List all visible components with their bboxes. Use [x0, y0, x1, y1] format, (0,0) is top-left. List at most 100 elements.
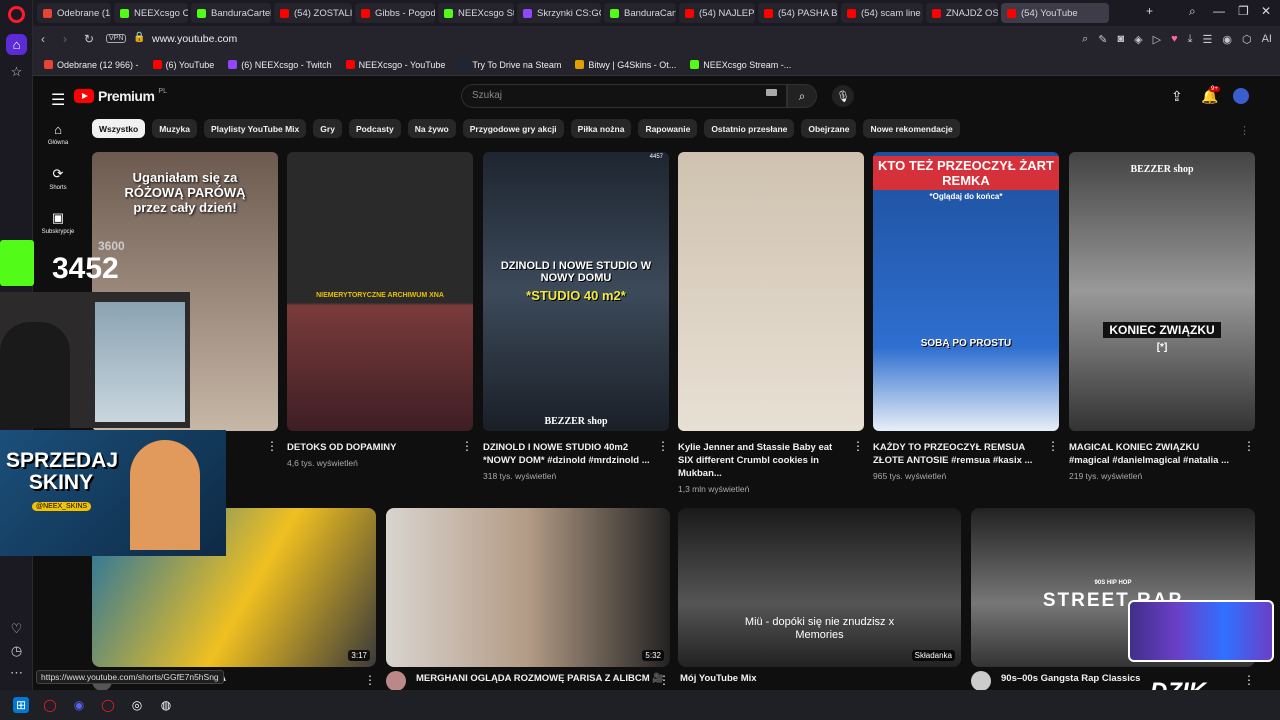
short-thumbnail[interactable]: DZINOLD I NOWE STUDIO W NOWY DOMU *STUDIO…	[483, 152, 669, 431]
obs-icon[interactable]: ◎	[129, 697, 145, 713]
bookmark-item[interactable]: Bitwy | G4Skins - Ot...	[575, 60, 676, 70]
shield-icon[interactable]: ◈	[1134, 33, 1142, 46]
extensions-icon[interactable]: ⬡	[1242, 33, 1252, 46]
new-tab-icon[interactable]: +	[1146, 4, 1153, 18]
maximize-icon[interactable]: ❐	[1238, 4, 1249, 18]
more-actions-icon[interactable]: ⋮	[266, 439, 278, 453]
chip-1[interactable]: Muzyka	[152, 119, 197, 138]
guide-menu-icon[interactable]: ☰	[51, 90, 65, 110]
windows-start-icon[interactable]: ⊞	[13, 697, 29, 713]
channel-avatar[interactable]	[386, 671, 406, 690]
chip-4[interactable]: Podcasty	[348, 119, 401, 138]
upload-icon[interactable]: ⇪	[1171, 88, 1183, 105]
browser-tab[interactable]: BanduraCartel S	[191, 3, 271, 23]
video-title[interactable]: Mój YouTube Mix	[680, 673, 757, 684]
browser-tab[interactable]: Odebrane (15 4	[37, 3, 111, 23]
short-thumbnail[interactable]: KTO TEŻ PRZEOCZYŁ ŻART REMKA *Oglądaj do …	[873, 152, 1059, 431]
short-card[interactable]: NIEMERYTORYCZNE ARCHIWUM XNA DETOKS OD DO…	[287, 152, 473, 468]
short-card[interactable]: KTO TEŻ PRZEOCZYŁ ŻART REMKA *Oglądaj do …	[873, 152, 1059, 481]
aria-icon[interactable]: AI	[1262, 33, 1272, 46]
minimize-icon[interactable]: —	[1213, 4, 1225, 18]
search-tabs-icon[interactable]: ⌕	[1189, 4, 1196, 19]
video-card[interactable]: Miü - dopóki się nie znudzisz x Memories…	[678, 508, 985, 687]
opera-taskbar-icon[interactable]: ◯	[42, 697, 58, 713]
history-icon[interactable]: ◷	[6, 640, 27, 661]
more-actions-icon[interactable]: ⋮	[852, 439, 864, 453]
channel-avatar[interactable]	[971, 671, 991, 690]
keyboard-icon[interactable]	[766, 89, 777, 96]
browser-tab[interactable]: ZNAJDŹ OSZUS	[926, 3, 998, 23]
short-title[interactable]: Kylie Jenner and Stassie Baby eat SIX di…	[678, 441, 864, 480]
forward-icon[interactable]: ›	[63, 32, 67, 46]
browser-tab[interactable]: Gibbs - Pogoda	[355, 3, 435, 23]
more-actions-icon[interactable]: ⋮	[1047, 439, 1059, 453]
heart-icon[interactable]: ♡	[6, 618, 27, 639]
short-title[interactable]: DZINOLD I NOWE STUDIO 40m2 *NOWY DOM* #d…	[483, 441, 669, 467]
more-actions-icon[interactable]: ⋮	[658, 673, 670, 687]
vpn-badge[interactable]: VPN	[106, 34, 127, 43]
short-thumbnail[interactable]: NIEMERYTORYCZNE ARCHIWUM XNA	[287, 152, 473, 431]
search-icon[interactable]: ⌕	[1082, 33, 1088, 46]
bookmark-item[interactable]: (6) NEEXcsgo - Twitch	[228, 60, 332, 70]
chip-9[interactable]: Ostatnio przesłane	[704, 119, 795, 138]
search-button[interactable]: ⌕	[787, 84, 817, 108]
bookmark-item[interactable]: Try To Drive na Steam	[459, 60, 561, 70]
microphone-icon[interactable]: 🎙	[832, 85, 854, 107]
steam-icon[interactable]: ◍	[158, 697, 174, 713]
video-title[interactable]: 90s–00s Gangsta Rap Classics	[1001, 673, 1140, 684]
guide-item-subskrypcje[interactable]: ▣ Subskrypcje	[33, 210, 83, 235]
chip-6[interactable]: Przygodowe gry akcji	[462, 119, 564, 138]
browser-tab[interactable]: (54) PASHA BIA	[758, 3, 838, 23]
more-actions-icon[interactable]: ⋮	[461, 439, 473, 453]
video-card[interactable]: 5:32 MERGHANI OGLĄDA ROZMOWĘ PARISA Z ALI…	[386, 508, 670, 690]
youtube-logo[interactable]: Premium PL	[74, 88, 167, 104]
search-input[interactable]: Szukaj	[461, 84, 787, 108]
browser-tab[interactable]: (54) scam line p	[841, 3, 923, 23]
home-icon[interactable]: ⌂	[6, 34, 27, 55]
chip-2[interactable]: Playlisty YouTube Mix	[203, 119, 307, 138]
short-thumbnail[interactable]: KONIEC ZWIĄZKU [*] BEZZER shop	[1069, 152, 1255, 431]
chip-8[interactable]: Rapowanie	[638, 119, 698, 138]
opera-gx-icon[interactable]: ◯	[100, 697, 116, 713]
more-icon[interactable]: ⋯	[6, 662, 27, 683]
back-icon[interactable]: ‹	[41, 32, 45, 46]
chip-0[interactable]: Wszystko	[92, 119, 146, 138]
close-window-icon[interactable]: ✕	[1261, 4, 1271, 18]
short-title[interactable]: KAŻDY TO PRZEOCZYŁ REMSUA ZŁOTE ANTOSIE …	[873, 441, 1059, 467]
browser-tab[interactable]: (54) NAJLEPSZE	[679, 3, 755, 23]
more-actions-icon[interactable]: ⋮	[1243, 673, 1255, 687]
lock-icon[interactable]: 🔒	[133, 32, 145, 43]
download-icon[interactable]: ⤓	[1188, 33, 1193, 46]
profile-icon[interactable]: ◉	[1222, 33, 1232, 46]
browser-tab[interactable]: BanduraCartel -	[604, 3, 676, 23]
guide-item-shorts[interactable]: ⟳ Shorts	[33, 166, 83, 191]
short-card[interactable]: KONIEC ZWIĄZKU [*] BEZZER shop MAGICAL KONI…	[1069, 152, 1255, 481]
video-title[interactable]: MERGHANI OGLĄDA ROZMOWĘ PARISA Z ALIBCM …	[416, 673, 664, 684]
browser-tab[interactable]: Skrzynki CS:GO	[517, 3, 601, 23]
discord-icon[interactable]: ◉	[71, 697, 87, 713]
bookmark-item[interactable]: Odebrane (12 966) -	[44, 60, 139, 70]
menu-icon[interactable]: ☰	[1203, 33, 1213, 46]
browser-tab[interactable]: (54) YouTube	[1001, 3, 1109, 23]
short-title[interactable]: MAGICAL KONIEC ZWIĄZKU #magical #danielm…	[1069, 441, 1255, 467]
video-thumbnail[interactable]: Miü - dopóki się nie znudzisz x Memories…	[678, 508, 961, 667]
browser-tab[interactable]: NEEXcsgo Clips	[114, 3, 188, 23]
opera-logo-icon[interactable]	[8, 6, 25, 23]
more-actions-icon[interactable]: ⋮	[364, 673, 376, 687]
heart-icon[interactable]: ♥	[1171, 33, 1178, 46]
url-field[interactable]: www.youtube.com	[152, 33, 237, 45]
edit-icon[interactable]: ✎	[1098, 33, 1107, 46]
bookmark-item[interactable]: (6) YouTube	[152, 60, 214, 70]
short-title[interactable]: DETOKS OD DOPAMINY	[287, 441, 473, 454]
video-thumbnail[interactable]: 5:32	[386, 508, 670, 667]
bookmark-item[interactable]: NEEXcsgo - YouTube	[345, 60, 445, 70]
chip-5[interactable]: Na żywo	[407, 119, 456, 138]
chip-3[interactable]: Gry	[313, 119, 342, 138]
camera-icon[interactable]: ◙	[1118, 33, 1125, 46]
browser-tab[interactable]: NEEXcsgo Stream	[438, 3, 514, 23]
short-thumbnail[interactable]	[678, 152, 864, 431]
more-actions-icon[interactable]: ⋮	[657, 439, 669, 453]
guide-item-główna[interactable]: ⌂ Główna	[33, 122, 83, 146]
more-actions-icon[interactable]: ⋮	[1243, 439, 1255, 453]
browser-tab[interactable]: (54) ZOSTALIŚM	[274, 3, 352, 23]
